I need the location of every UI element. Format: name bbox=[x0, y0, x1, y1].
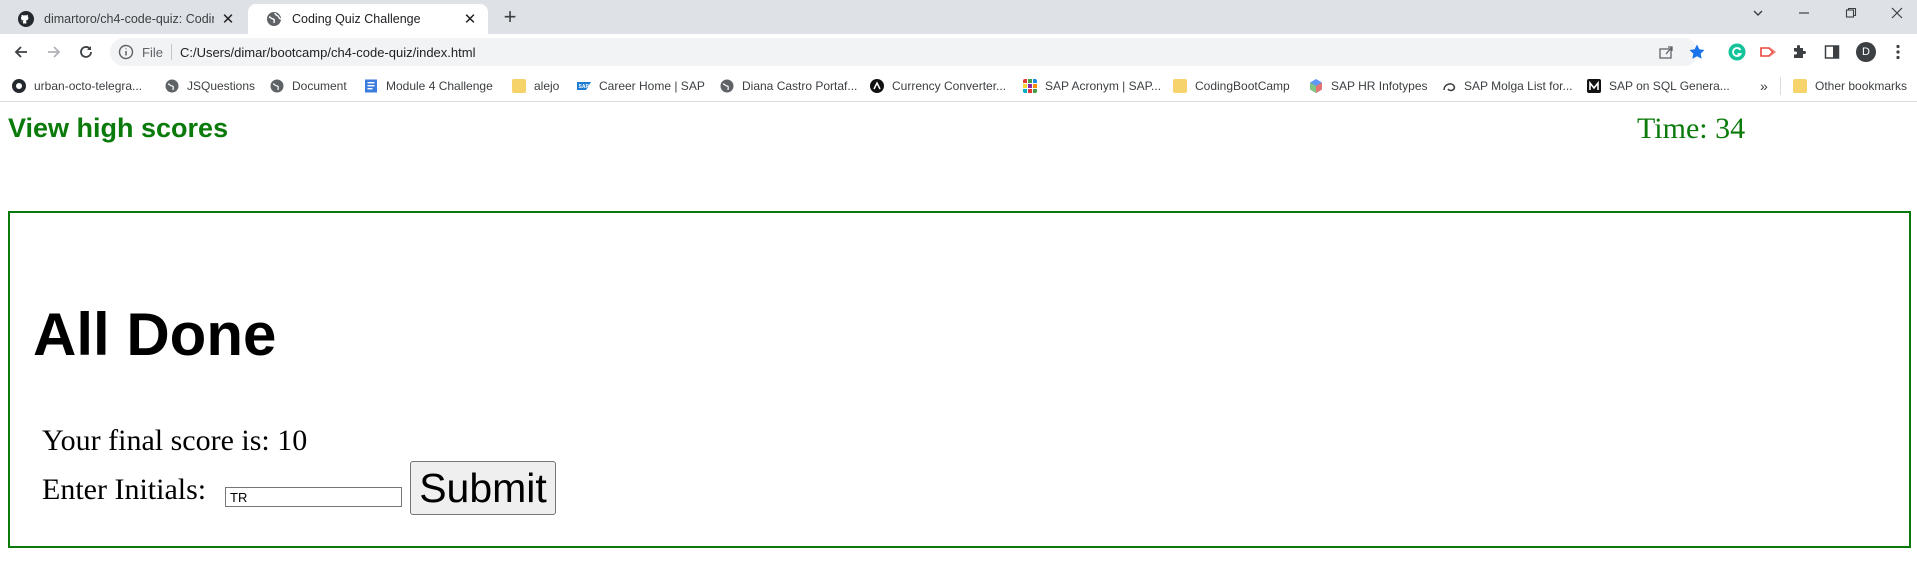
github-icon bbox=[12, 79, 26, 93]
reload-button[interactable] bbox=[74, 40, 98, 64]
folder-icon bbox=[1173, 79, 1187, 93]
bookmarks-bar: urban-octo-telegra... JSQuestions Docume… bbox=[0, 70, 1917, 102]
bookmark-label: Other bookmarks bbox=[1815, 79, 1908, 93]
bookmark-star-icon[interactable] bbox=[1688, 43, 1706, 61]
folder-icon bbox=[512, 79, 526, 93]
tab-search-icon[interactable] bbox=[1743, 2, 1773, 26]
all-done-heading: All Done bbox=[33, 301, 277, 368]
bookmark-label: SAP on SQL Genera... bbox=[1609, 79, 1730, 93]
arrow-left-icon bbox=[14, 46, 27, 58]
bookmark-label: SAP Molga List for... bbox=[1464, 79, 1573, 93]
share-icon[interactable] bbox=[1657, 43, 1675, 61]
bookmark-label: JSQuestions bbox=[187, 79, 256, 93]
extension-red-icon[interactable] bbox=[1759, 43, 1777, 61]
close-tab-icon[interactable]: ✕ bbox=[220, 10, 236, 28]
grammarly-icon[interactable] bbox=[1728, 43, 1746, 61]
bookmark-label: Module 4 Challenge bbox=[386, 79, 493, 93]
profile-avatar[interactable]: D bbox=[1856, 42, 1876, 62]
tab-github[interactable]: dimartoro/ch4-code-quiz: Coding ✕ bbox=[0, 4, 246, 34]
bookmark-alejo[interactable]: alejo bbox=[512, 76, 559, 96]
svg-text:SAP: SAP bbox=[579, 84, 590, 90]
converter-icon bbox=[870, 79, 884, 93]
bookmark-urban-octo[interactable]: urban-octo-telegra... bbox=[12, 76, 142, 96]
globe-icon bbox=[270, 79, 284, 93]
globe-icon bbox=[165, 79, 179, 93]
globe-icon bbox=[267, 12, 282, 26]
github-icon bbox=[18, 11, 34, 27]
bookmark-label: alejo bbox=[534, 79, 560, 93]
bookmark-label: Diana Castro Portaf... bbox=[742, 79, 858, 93]
reload-icon bbox=[80, 46, 92, 58]
timer-display: Time: 34 bbox=[1637, 112, 1746, 145]
address-bar[interactable]: File C:/Users/dimar/bootcamp/ch4-code-qu… bbox=[110, 38, 1698, 66]
extensions-puzzle-icon[interactable] bbox=[1790, 43, 1808, 61]
bookmark-module4[interactable]: Module 4 Challenge bbox=[364, 76, 493, 96]
submit-button[interactable]: Submit bbox=[410, 461, 556, 515]
view-high-scores-link[interactable]: View high scores bbox=[8, 113, 228, 144]
close-tab-icon[interactable]: ✕ bbox=[462, 10, 478, 28]
url-text[interactable]: C:/Users/dimar/bootcamp/ch4-code-quiz/in… bbox=[180, 45, 476, 60]
bookmark-other-bookmarks[interactable]: Other bookmarks bbox=[1793, 76, 1907, 96]
bookmark-label: CodingBootCamp bbox=[1195, 79, 1290, 93]
tab-strip: dimartoro/ch4-code-quiz: Coding ✕ Coding… bbox=[0, 0, 1917, 34]
arrow-right-icon bbox=[48, 46, 61, 58]
m-icon bbox=[1587, 79, 1601, 93]
bookmark-sap-molga[interactable]: SAP Molga List for... bbox=[1442, 76, 1573, 96]
tab-title: dimartoro/ch4-code-quiz: Coding bbox=[44, 12, 214, 26]
bookmark-sap-acronym[interactable]: SAP Acronym | SAP... bbox=[1023, 76, 1161, 96]
back-button[interactable] bbox=[9, 40, 33, 64]
bookmark-sap-on-sql[interactable]: SAP on SQL Genera... bbox=[1587, 76, 1730, 96]
more-bookmarks-button[interactable]: » bbox=[1760, 76, 1768, 96]
scheme-label: File bbox=[142, 44, 163, 60]
initials-input[interactable] bbox=[225, 487, 402, 507]
bookmarks-divider bbox=[1780, 77, 1781, 95]
grid-icon bbox=[1023, 79, 1037, 93]
tab-coding-quiz[interactable]: Coding Quiz Challenge ✕ bbox=[248, 4, 488, 34]
swirl-icon bbox=[1443, 83, 1456, 92]
bookmark-jsquestions[interactable]: JSQuestions bbox=[165, 76, 255, 96]
profile-initial: D bbox=[1862, 46, 1870, 58]
minimize-icon[interactable] bbox=[1789, 2, 1819, 26]
restore-icon[interactable] bbox=[1836, 2, 1866, 26]
bookmark-sap-hr-infotypes[interactable]: SAP HR Infotypes bbox=[1309, 76, 1428, 96]
bookmark-career-home-sap[interactable]: SAP Career Home | SAP bbox=[577, 76, 705, 96]
initials-label: Enter Initials: bbox=[42, 473, 207, 506]
globe-icon bbox=[720, 79, 734, 93]
bookmark-document[interactable]: Document bbox=[270, 76, 347, 96]
divider bbox=[170, 44, 172, 60]
side-panel-icon[interactable] bbox=[1823, 43, 1841, 61]
bookmark-label: Currency Converter... bbox=[892, 79, 1007, 93]
bookmark-label: urban-octo-telegra... bbox=[34, 79, 143, 93]
sap-icon: SAP bbox=[577, 82, 591, 90]
info-icon[interactable] bbox=[118, 44, 134, 60]
new-tab-button[interactable]: + bbox=[498, 4, 522, 30]
bookmark-codingbootcamp[interactable]: CodingBootCamp bbox=[1173, 76, 1290, 96]
bookmark-label: SAP HR Infotypes bbox=[1331, 79, 1428, 93]
bookmark-label: Career Home | SAP bbox=[599, 79, 705, 93]
folder-icon bbox=[1793, 79, 1807, 93]
close-window-icon[interactable] bbox=[1882, 2, 1912, 26]
forward-button[interactable] bbox=[42, 40, 66, 64]
tab-title: Coding Quiz Challenge bbox=[292, 12, 421, 26]
bookmark-label: Document bbox=[292, 79, 347, 93]
bookmark-diana-castro[interactable]: Diana Castro Portaf... bbox=[720, 76, 857, 96]
bookmark-label: SAP Acronym | SAP... bbox=[1045, 79, 1162, 93]
browser-toolbar: File C:/Users/dimar/bootcamp/ch4-code-qu… bbox=[0, 34, 1917, 70]
final-score-text: Your final score is: 10 bbox=[42, 424, 308, 457]
menu-kebab-icon[interactable] bbox=[1889, 43, 1907, 61]
bookmark-currency-converter[interactable]: Currency Converter... bbox=[870, 76, 1006, 96]
cube-icon bbox=[1310, 79, 1322, 93]
doc-icon bbox=[365, 79, 377, 93]
